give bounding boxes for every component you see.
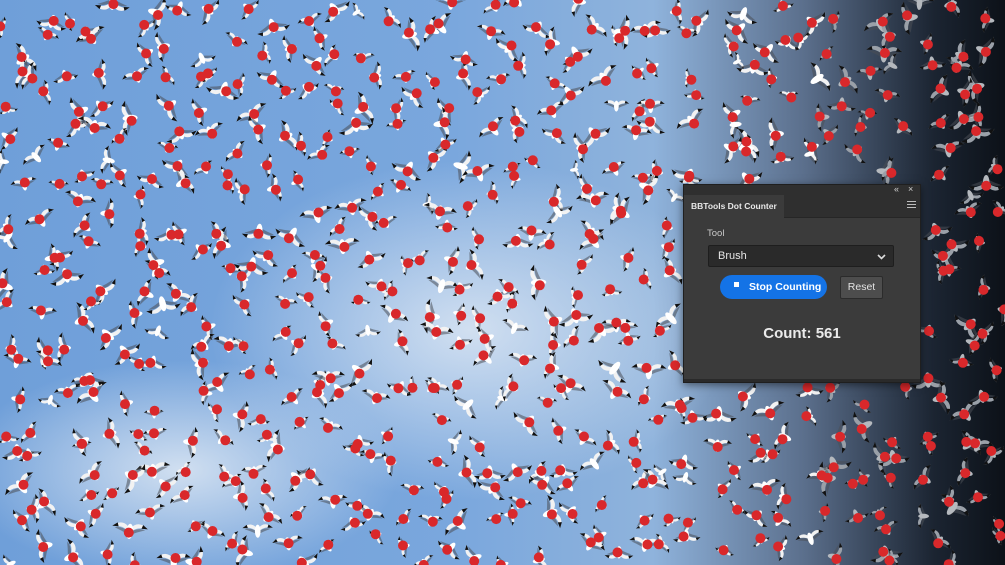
count-readout: Count: 561 bbox=[763, 325, 841, 342]
close-icon[interactable]: × bbox=[908, 184, 913, 195]
dot-counter-panel: « × BBTools Dot Counter Tool Brush Stop … bbox=[683, 184, 921, 383]
stop-counting-label: Stop Counting bbox=[749, 281, 822, 293]
hamburger-menu-icon[interactable] bbox=[907, 201, 916, 209]
stop-square-icon bbox=[734, 282, 739, 287]
chevron-down-icon bbox=[877, 254, 886, 260]
tool-select-value: Brush bbox=[718, 250, 747, 262]
panel-tab-row: BBTools Dot Counter bbox=[684, 195, 920, 218]
stop-counting-button[interactable]: Stop Counting bbox=[720, 275, 827, 299]
tab-dot-counter[interactable]: BBTools Dot Counter bbox=[684, 195, 784, 218]
collapse-icon[interactable]: « bbox=[894, 184, 899, 195]
tool-label: Tool bbox=[707, 228, 725, 239]
tool-select[interactable]: Brush bbox=[708, 245, 894, 267]
panel-title-bar[interactable]: « × bbox=[684, 184, 920, 195]
photo-canvas[interactable]: « × BBTools Dot Counter Tool Brush Stop … bbox=[0, 0, 1005, 565]
reset-button[interactable]: Reset bbox=[840, 276, 883, 299]
panel-bottom-edge bbox=[684, 379, 920, 382]
